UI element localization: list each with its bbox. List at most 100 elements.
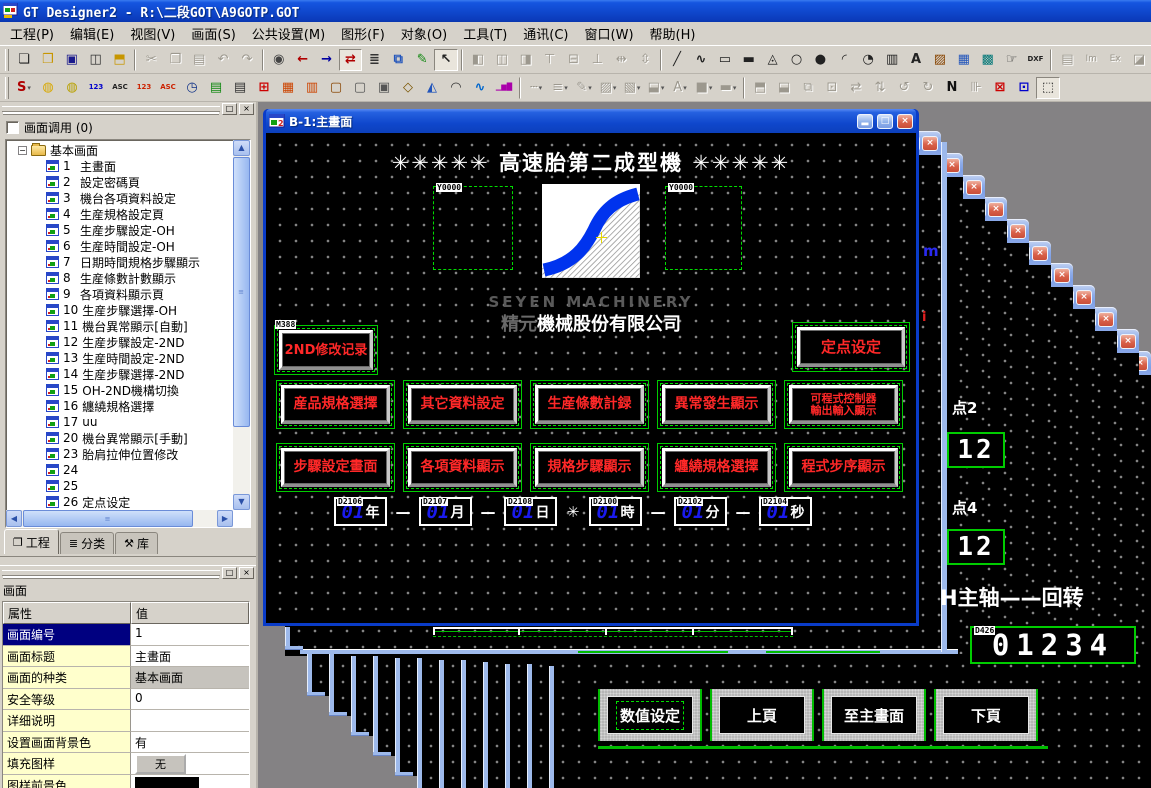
select-cursor-icon[interactable]: ↖ [434, 49, 458, 71]
copy-icon[interactable]: ❐ [163, 49, 187, 71]
draw-filled-circle-icon[interactable]: ● [808, 49, 832, 71]
screen-list-icon[interactable]: ≣ [362, 49, 386, 71]
menu-item[interactable]: 编辑(E) [62, 21, 122, 46]
tree-screen-item[interactable]: 4 生産規格設定頁 [6, 206, 232, 222]
lamp-word-icon[interactable]: ◍ [60, 77, 84, 99]
lamp-bit-icon[interactable]: ◍ [36, 77, 60, 99]
property-value[interactable]: 有 [131, 732, 249, 754]
flip-horizontal-icon[interactable]: ⇄ [844, 77, 868, 99]
panel-meter-icon[interactable]: ◠ [444, 77, 468, 99]
D2100[interactable]: D2100 01時 [589, 497, 642, 526]
flip-vertical-icon[interactable]: ⇅ [868, 77, 892, 99]
time-display-icon[interactable]: ASC [156, 77, 180, 99]
menu-item[interactable]: 对象(O) [393, 21, 455, 46]
text-color-icon[interactable]: A [668, 77, 692, 99]
draw-arc-icon[interactable]: ◜ [832, 49, 856, 71]
same-height-icon[interactable]: ⇳ [633, 49, 657, 71]
tree-screen-item[interactable]: 17 uu [6, 414, 232, 430]
scroll-up-icon[interactable]: ▲ [233, 140, 250, 156]
property-value[interactable]: 0 [131, 689, 249, 711]
point4-value-display[interactable]: 12 [947, 529, 1005, 565]
new-screen-icon[interactable]: ❏ [12, 49, 36, 71]
panel-grip[interactable] [2, 106, 220, 112]
import-dxf-icon[interactable]: DXF [1024, 49, 1048, 71]
company-logo[interactable] [542, 184, 640, 278]
panel-grip[interactable] [2, 570, 220, 576]
window-close-button[interactable]: × [897, 114, 913, 129]
pattern-icon[interactable]: ▨ [596, 77, 620, 99]
各項資料顯示[interactable]: 各項資料顯示 [403, 443, 522, 492]
window-close-button[interactable]: × [1098, 312, 1114, 327]
screen-canvas[interactable]: ✳✳✳✳✳ 高速胎第二成型機 ✳✳✳✳✳ Y0000 Y0000 [266, 133, 916, 623]
異常發生顯示[interactable]: 異常發生顯示 [657, 380, 776, 429]
tree-screen-item[interactable]: 9 各項資料顯示頁 [6, 286, 232, 302]
menu-item[interactable]: 公共设置(M) [244, 21, 333, 46]
tree-screen-item[interactable]: 16 纏繞規格選擇 [6, 398, 232, 414]
touch-key-func-icon[interactable]: ▣ [372, 77, 396, 99]
draw-polyline-icon[interactable]: ∿ [689, 49, 713, 71]
project-panel-titlebar[interactable]: □ × [0, 102, 256, 115]
project-folder-icon[interactable]: ⬒ [108, 49, 132, 71]
window-close-button[interactable]: × [966, 180, 982, 195]
align-objects-icon[interactable]: ⊪ [964, 77, 988, 99]
pattern-color-icon[interactable]: ▧ [620, 77, 644, 99]
draw-scale-icon[interactable]: ▥ [880, 49, 904, 71]
align-top-icon[interactable]: ⊤ [538, 49, 562, 71]
window-close-button[interactable]: × [1032, 246, 1048, 261]
規格步驟顯示[interactable]: 規格步驟顯示 [530, 443, 649, 492]
menu-item[interactable]: 帮助(H) [642, 21, 704, 46]
window-close-button[interactable]: × [988, 202, 1004, 217]
comment-word-icon[interactable]: ▤ [228, 77, 252, 99]
分类[interactable]: ≣ 分类 [60, 532, 114, 554]
産品規格選擇[interactable]: 産品規格選擇 [276, 380, 395, 429]
align-center-icon[interactable]: ◫ [490, 49, 514, 71]
io-area-right[interactable]: Y0000 [665, 186, 742, 270]
menu-item[interactable]: 图形(F) [333, 21, 393, 46]
window-minimize-button[interactable]: ▂ [857, 114, 873, 129]
库[interactable]: ⚒ 库 [115, 532, 158, 554]
same-width-icon[interactable]: ⇹ [609, 49, 633, 71]
select-frame-icon[interactable]: ⊠ [988, 77, 1012, 99]
tree-expander-icon[interactable]: − [18, 146, 27, 155]
paint-icon[interactable]: ▨ [928, 49, 952, 71]
window-close-button[interactable]: × [1054, 268, 1070, 283]
tree-screen-item[interactable]: 8 生産條數計數顯示 [6, 270, 232, 286]
fill-color-icon[interactable]: ⬓ [644, 77, 668, 99]
至主畫面[interactable]: 至主畫面 [822, 689, 926, 741]
select-mode-icon[interactable]: ⬚ [1036, 77, 1060, 99]
open-project-icon[interactable]: ❒ [36, 49, 60, 71]
panel-float-button[interactable]: □ [222, 567, 237, 579]
screen-call-checkbox[interactable] [6, 121, 19, 134]
D2104[interactable]: D2104 01秒 [759, 497, 812, 526]
comment-bit-icon[interactable]: ▤ [204, 77, 228, 99]
draw-polygon-icon[interactable]: ◬ [761, 49, 785, 71]
property-value[interactable]: 基本画面 [131, 667, 249, 689]
tree-screen-item[interactable]: 7 日期時間規格步驟顯示 [6, 254, 232, 270]
property-value[interactable]: 1 [131, 624, 249, 646]
draw-filled-rectangle-icon[interactable]: ▬ [737, 49, 761, 71]
window-close-button[interactable]: × [1120, 334, 1136, 349]
export-library-icon[interactable]: Ex [1103, 49, 1127, 71]
import-library-icon[interactable]: Im [1079, 49, 1103, 71]
下頁[interactable]: 下頁 [934, 689, 1038, 741]
window-close-button[interactable]: × [1076, 290, 1092, 305]
draw-text-icon[interactable]: A [904, 49, 928, 71]
上頁[interactable]: 上頁 [710, 689, 814, 741]
步驟設定畫面[interactable]: 步驟設定畫面 [276, 443, 395, 492]
parts-editor-icon[interactable]: ▩ [976, 49, 1000, 71]
alarm-list-user-icon[interactable]: ▦ [276, 77, 300, 99]
group-icon[interactable]: ⧉ [796, 77, 820, 99]
send-to-back-icon[interactable]: ⬓ [772, 77, 796, 99]
trend-graph-icon[interactable]: ∿ [468, 77, 492, 99]
io-area-left[interactable]: Y0000 [433, 186, 513, 270]
tree-screen-item[interactable]: 13 生産時間設定-2ND [6, 350, 232, 366]
alarm-list-system-icon[interactable]: ▥ [300, 77, 324, 99]
alarm-history-icon[interactable]: ⊞ [252, 77, 276, 99]
tree-screen-item[interactable]: 26 定点设定 [6, 494, 232, 510]
screen-image-list-icon[interactable]: ⧉ [386, 49, 410, 71]
tree-screen-item[interactable]: 23 胎肩拉伸位置修改 [6, 446, 232, 462]
align-middle-icon[interactable]: ⊟ [562, 49, 586, 71]
line-width-icon[interactable]: ≡ [548, 77, 572, 99]
clock-display-icon[interactable]: ◷ [180, 77, 204, 99]
object-color-icon[interactable]: ■ [692, 77, 716, 99]
